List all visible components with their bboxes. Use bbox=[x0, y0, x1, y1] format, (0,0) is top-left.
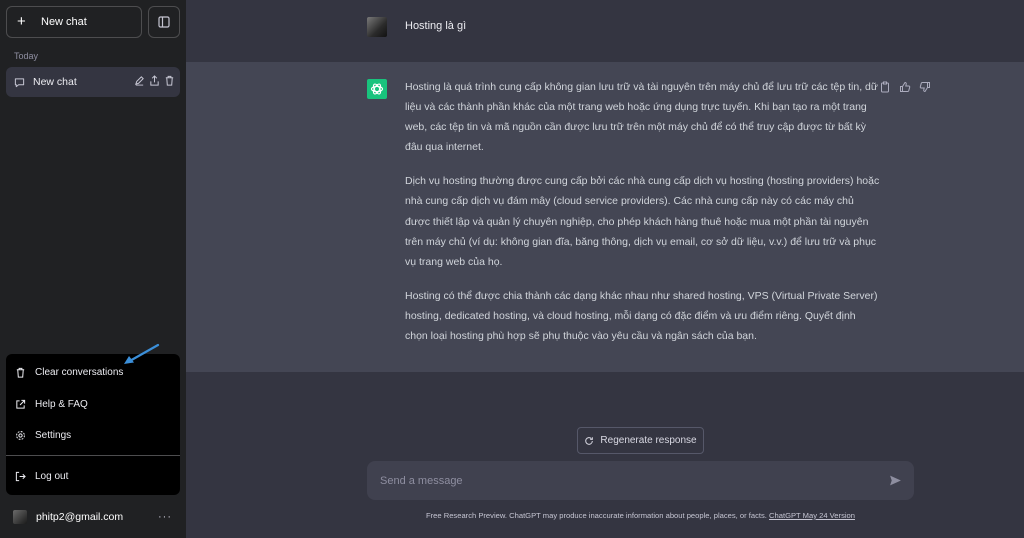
assistant-message-row: Hosting là quá trình cung cấp không gian… bbox=[186, 62, 1024, 372]
user-email: phitp2@gmail.com bbox=[36, 511, 124, 523]
gear-icon bbox=[15, 430, 26, 441]
menu-item-help-faq[interactable]: Help & FAQ bbox=[6, 391, 180, 417]
message-input[interactable] bbox=[378, 473, 862, 488]
more-icon[interactable]: ··· bbox=[158, 511, 172, 523]
user-account-button[interactable]: phitp2@gmail.com ··· bbox=[6, 503, 180, 531]
chat-item-label: New chat bbox=[33, 76, 77, 88]
share-icon[interactable] bbox=[149, 75, 160, 86]
thumbs-down-icon[interactable] bbox=[919, 81, 931, 93]
chatgpt-logo-icon bbox=[367, 79, 387, 99]
new-chat-button[interactable]: + New chat bbox=[6, 6, 142, 38]
trash-icon[interactable] bbox=[164, 75, 175, 86]
account-menu: Clear conversations Help & FAQ Settings … bbox=[6, 354, 180, 495]
message-composer bbox=[367, 461, 914, 500]
menu-item-label: Settings bbox=[35, 429, 72, 441]
new-chat-label: New chat bbox=[41, 16, 87, 28]
user-message-row: Hosting là gì bbox=[186, 0, 1024, 63]
external-link-icon bbox=[15, 399, 26, 410]
avatar bbox=[13, 510, 27, 524]
menu-item-settings[interactable]: Settings bbox=[6, 422, 180, 448]
assistant-answer: Hosting là quá trình cung cấp không gian… bbox=[405, 77, 880, 360]
copy-icon[interactable] bbox=[879, 81, 891, 93]
user-avatar bbox=[367, 17, 387, 37]
annotation-arrow-icon bbox=[124, 343, 160, 364]
sidebar-chat-item[interactable]: New chat bbox=[6, 67, 180, 97]
refresh-icon bbox=[584, 436, 594, 446]
menu-item-label: Help & FAQ bbox=[35, 398, 88, 410]
answer-paragraph: Dịch vụ hosting thường được cung cấp bởi… bbox=[405, 175, 880, 268]
menu-item-label: Log out bbox=[35, 470, 69, 482]
trash-icon bbox=[15, 367, 26, 378]
chat-bubble-icon bbox=[14, 77, 25, 88]
answer-paragraph: Hosting có thể được chia thành các dạng … bbox=[405, 289, 878, 343]
regenerate-response-button[interactable]: Regenerate response bbox=[577, 427, 704, 454]
logout-icon bbox=[15, 471, 26, 482]
menu-item-label: Clear conversations bbox=[35, 366, 124, 378]
footer-text: Free Research Preview. ChatGPT may produ… bbox=[426, 511, 770, 520]
send-icon[interactable] bbox=[889, 474, 902, 487]
footer-disclaimer: Free Research Preview. ChatGPT may produ… bbox=[367, 511, 914, 520]
message-actions bbox=[879, 81, 931, 93]
section-label-today: Today bbox=[14, 51, 39, 61]
regenerate-label: Regenerate response bbox=[600, 435, 697, 446]
thumbs-up-icon[interactable] bbox=[899, 81, 911, 93]
sidebar-layout-icon bbox=[158, 16, 170, 28]
sidebar: + New chat Today New chat Clear conversa… bbox=[0, 0, 186, 538]
menu-divider bbox=[6, 455, 180, 456]
version-link[interactable]: ChatGPT May 24 Version bbox=[769, 511, 855, 520]
chat-item-actions bbox=[134, 75, 175, 86]
answer-paragraph: Hosting là quá trình cung cấp không gian… bbox=[405, 81, 878, 154]
sidebar-toggle-button[interactable] bbox=[148, 6, 180, 38]
plus-icon: + bbox=[17, 13, 26, 30]
user-message-text: Hosting là gì bbox=[405, 20, 467, 32]
edit-icon[interactable] bbox=[134, 75, 145, 86]
menu-item-log-out[interactable]: Log out bbox=[6, 463, 180, 489]
